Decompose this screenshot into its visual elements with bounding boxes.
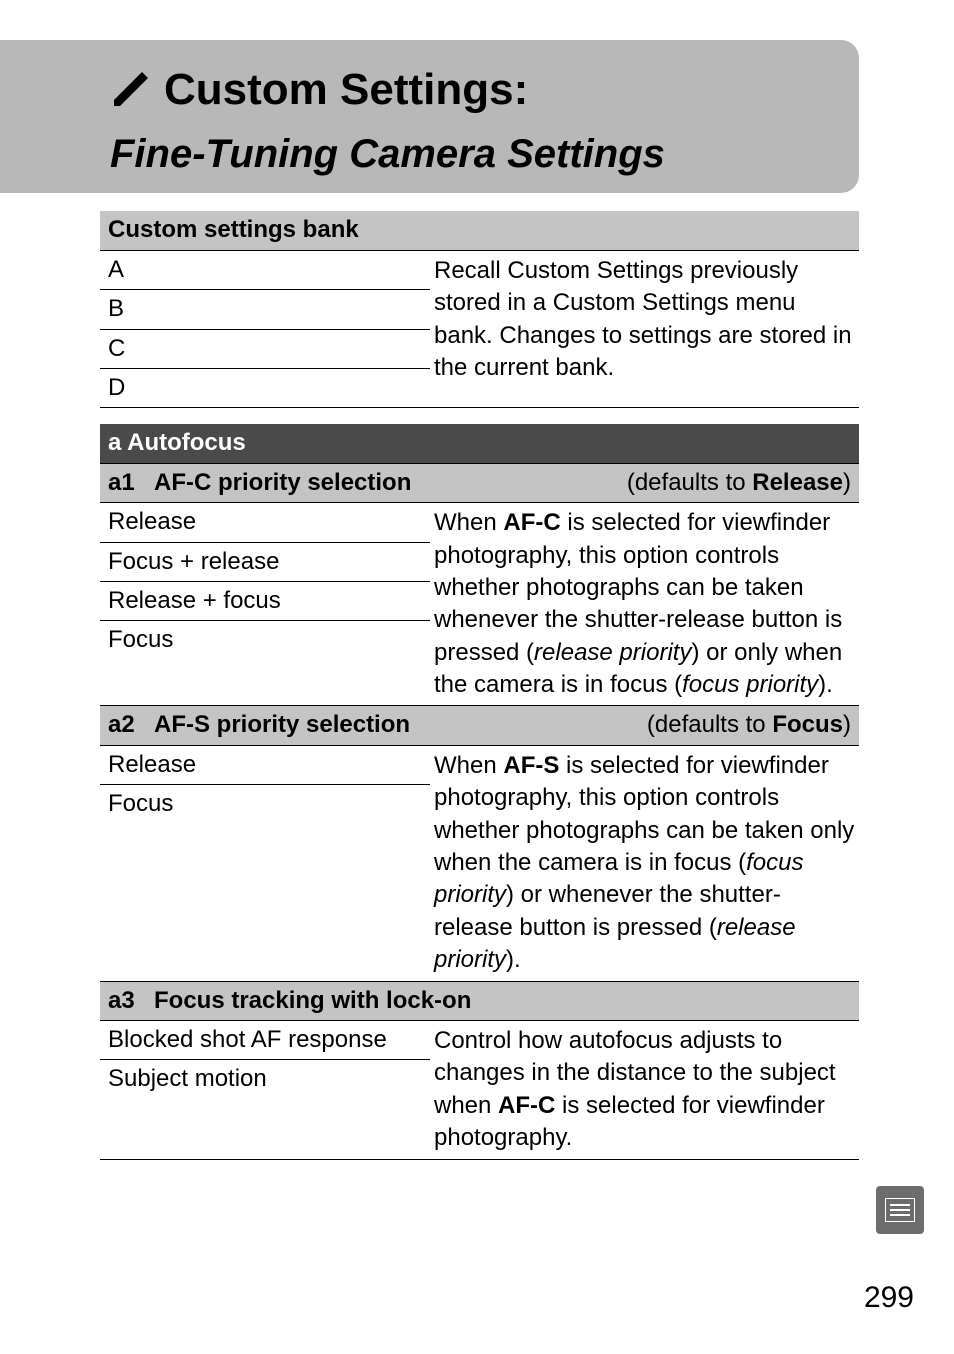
a3-opt-blocked: Blocked shot AF response	[100, 1021, 430, 1060]
bank-option-c: C	[100, 330, 430, 369]
a2-row: Release Focus When AF-S is selected for …	[100, 746, 859, 982]
bank-option-d: D	[100, 369, 430, 407]
a1-row: Release Focus + release Release + focus …	[100, 503, 859, 706]
a3-row: Blocked shot AF response Subject motion …	[100, 1021, 859, 1160]
a2-opt-focus: Focus	[100, 785, 430, 823]
a1-opt-release-focus: Release + focus	[100, 582, 430, 621]
a3-description: Control how autofocus adjusts to changes…	[430, 1021, 859, 1159]
a2-opt-release: Release	[100, 746, 430, 785]
page-subtitle: Fine-Tuning Camera Settings	[110, 127, 859, 181]
page-title: Custom Settings:	[164, 60, 528, 119]
page-number: 299	[864, 1278, 914, 1319]
bank-description: Recall Custom Settings previously stored…	[430, 251, 859, 408]
a2-description: When AF-S is selected for viewfinder pho…	[430, 746, 859, 981]
a1-description: When AF-C is selected for viewfinder pho…	[430, 503, 859, 705]
pencil-icon	[110, 70, 150, 110]
a1-default: (defaults to Release)	[627, 467, 851, 499]
a3-heading: a3 Focus tracking with lock-on	[100, 982, 859, 1021]
a1-opt-focus: Focus	[100, 621, 430, 659]
group-a-heading: a Autofocus	[100, 424, 859, 463]
a1-opt-release: Release	[100, 503, 430, 542]
a2-heading: a2 AF-S priority selection (defaults to …	[100, 706, 859, 745]
a1-options: Release Focus + release Release + focus …	[100, 503, 430, 705]
menu-list-icon	[876, 1186, 924, 1234]
content-area: Custom settings bank A B C D Recall Cust…	[100, 211, 859, 1159]
page-header: Custom Settings: Fine-Tuning Camera Sett…	[0, 40, 859, 193]
a3-opt-subject: Subject motion	[100, 1060, 430, 1098]
a3-options: Blocked shot AF response Subject motion	[100, 1021, 430, 1159]
a2-default: (defaults to Focus)	[647, 709, 851, 741]
bank-options: A B C D	[100, 251, 430, 408]
bank-row: A B C D Recall Custom Settings previousl…	[100, 251, 859, 409]
a1-heading: a1 AF-C priority selection (defaults to …	[100, 464, 859, 503]
a1-opt-focus-release: Focus + release	[100, 543, 430, 582]
bank-heading: Custom settings bank	[100, 211, 859, 250]
bank-option-a: A	[100, 251, 430, 290]
bank-option-b: B	[100, 290, 430, 329]
a2-options: Release Focus	[100, 746, 430, 981]
